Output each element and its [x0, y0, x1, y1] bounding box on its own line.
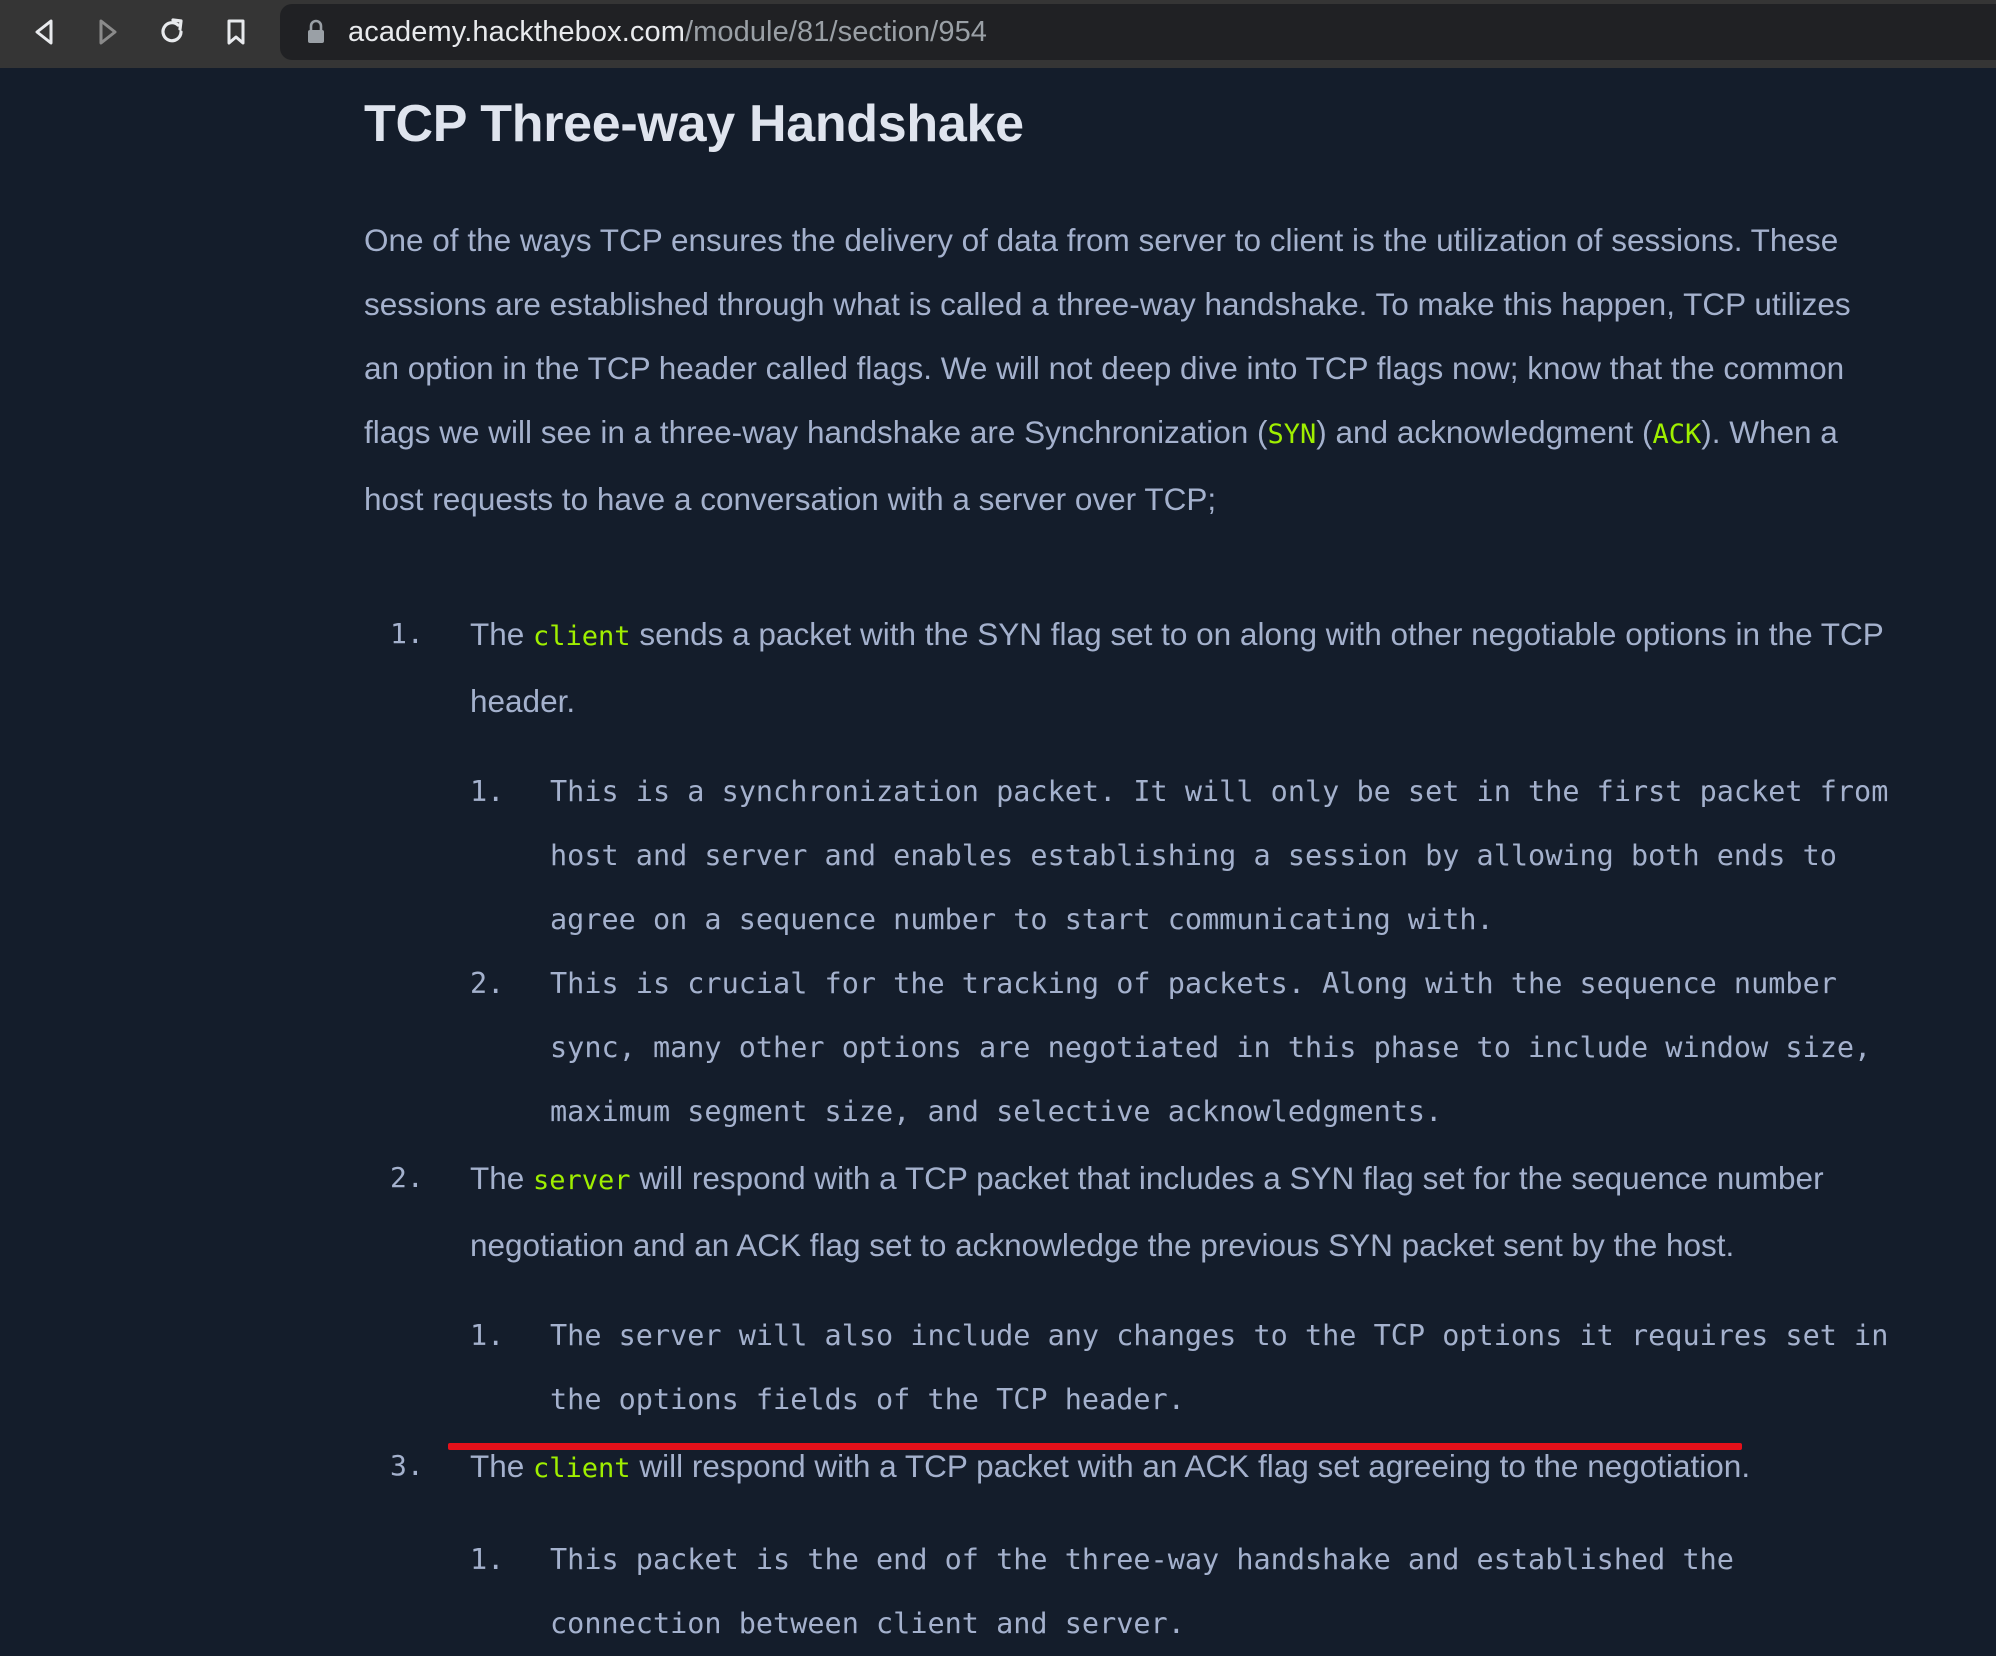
list-item-text: The client sends a packet with the SYN f… — [470, 602, 1890, 733]
reload-button[interactable] — [150, 10, 194, 54]
text-pre: The — [470, 1448, 534, 1484]
text-post: will respond with a TCP packet that incl… — [470, 1160, 1824, 1263]
sub-list-number: 1. — [470, 1319, 505, 1352]
intro-text-2: ) and acknowledgment ( — [1316, 414, 1653, 450]
lock-icon[interactable] — [306, 19, 328, 45]
list-item-step-2: 2. The server will respond with a TCP pa… — [390, 1146, 1890, 1274]
address-bar[interactable]: academy.hackthebox.com/module/81/section… — [280, 4, 1996, 60]
forward-button[interactable] — [86, 10, 130, 54]
text-pre: The — [470, 1160, 534, 1196]
sub-list-number: 1. — [470, 1543, 505, 1576]
list-item-text: The server will respond with a TCP packe… — [470, 1146, 1890, 1277]
code-ack: ACK — [1652, 419, 1702, 450]
forward-icon — [99, 19, 117, 45]
reload-icon — [161, 18, 183, 43]
browser-toolbar: academy.hackthebox.com/module/81/section… — [0, 0, 1996, 68]
sub-list-number: 1. — [470, 775, 505, 808]
sub-list-text: This is a synchronization packet. It wil… — [550, 775, 1889, 936]
sub-list-text: The server will also include any changes… — [550, 1319, 1889, 1416]
list-number: 2. — [390, 1161, 424, 1194]
text-pre: The — [470, 616, 534, 652]
bookmark-button[interactable] — [214, 10, 258, 54]
sub-list-item: 1. This is a synchronization packet. It … — [470, 760, 1920, 952]
text-post: will respond with a TCP packet with an A… — [630, 1448, 1751, 1484]
sub-list-item: 2. This is crucial for the tracking of p… — [470, 952, 1920, 1144]
sub-list-text: This is crucial for the tracking of pack… — [550, 967, 1872, 1128]
code-server: server — [533, 1165, 631, 1196]
code-client: client — [533, 621, 631, 652]
back-icon — [35, 19, 53, 45]
back-button[interactable] — [22, 10, 66, 54]
list-number: 3. — [390, 1449, 424, 1482]
url-path: /module/81/section/954 — [684, 15, 988, 48]
page-title: TCP Three-way Handshake — [364, 95, 1024, 153]
url-text[interactable]: academy.hackthebox.com/module/81/section… — [348, 16, 987, 49]
code-syn: SYN — [1267, 419, 1317, 450]
intro-paragraph: One of the ways TCP ensures the delivery… — [364, 208, 1864, 531]
text-post: sends a packet with the SYN flag set to … — [470, 616, 1884, 719]
sub-list-number: 2. — [470, 967, 505, 1000]
url-host: academy.hackthebox.com — [348, 15, 685, 48]
code-client: client — [533, 1453, 631, 1484]
sub-list-item: 1. The server will also include any chan… — [470, 1304, 1920, 1432]
sub-list-item: 1. This packet is the end of the three-w… — [470, 1528, 1920, 1656]
list-number: 1. — [390, 617, 424, 650]
red-underline-annotation — [448, 1443, 1742, 1450]
bookmark-icon — [227, 19, 245, 45]
list-item-step-1: 1. The client sends a packet with the SY… — [390, 602, 1890, 730]
sub-list-text: This packet is the end of the three-way … — [550, 1543, 1734, 1640]
